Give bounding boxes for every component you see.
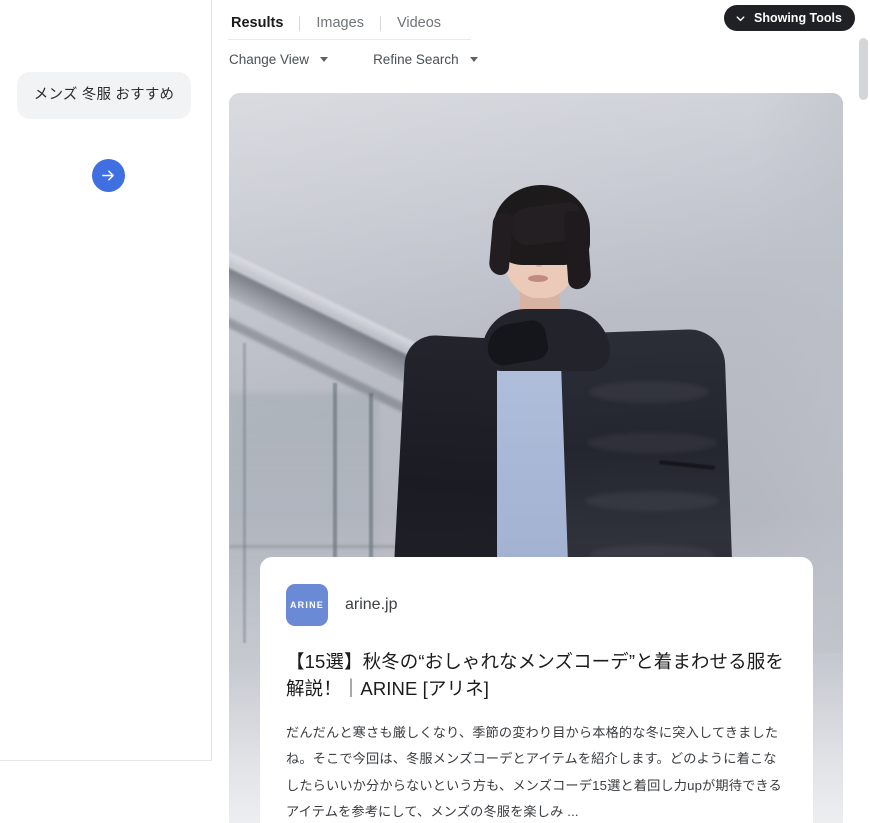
results-toolbar: Change View Refine Search xyxy=(229,47,478,71)
refine-search-label: Refine Search xyxy=(373,51,459,67)
main-pane: Results Images Videos Change View Refine… xyxy=(213,0,870,823)
tab-images[interactable]: Images xyxy=(314,15,366,31)
favicon-label: ARINE xyxy=(289,600,324,610)
change-view-label: Change View xyxy=(229,51,310,67)
jacket-quilt-line xyxy=(587,433,717,453)
tab-results[interactable]: Results xyxy=(229,15,285,31)
showing-tools-label: Showing Tools xyxy=(754,11,842,25)
query-chip-label: メンズ 冬服 おすすめ xyxy=(33,87,175,104)
chevron-down-icon xyxy=(736,15,745,21)
result-tabs: Results Images Videos xyxy=(229,8,443,38)
result-info-card: ARINE arine.jp 【15選】秋冬の“おしゃれなメンズコーデ”と着まわ… xyxy=(260,557,813,823)
tab-separator xyxy=(379,15,381,31)
tabs-underline xyxy=(228,39,471,40)
result-snippet: だんだんと寒さも厳しくなり、季節の変わり目から本格的な冬に突入してきましたね。そ… xyxy=(286,724,782,819)
tab-videos[interactable]: Videos xyxy=(395,15,443,31)
chevron-down-icon xyxy=(320,56,329,62)
tab-separator xyxy=(299,15,301,31)
arrow-right-icon xyxy=(102,170,114,181)
app-root: メンズ 冬服 おすすめ Results Images Videos Change… xyxy=(0,0,870,823)
page-scrollbar[interactable] xyxy=(857,0,870,823)
search-result-card[interactable]: ARINE arine.jp 【15選】秋冬の“おしゃれなメンズコーデ”と着まわ… xyxy=(229,93,843,823)
jacket-quilt-line xyxy=(585,491,719,511)
showing-tools-button[interactable]: Showing Tools xyxy=(724,5,855,31)
jacket-quilt-line xyxy=(589,381,709,403)
result-source-row: ARINE arine.jp xyxy=(286,583,787,627)
refine-search-dropdown[interactable]: Refine Search xyxy=(373,52,478,67)
sidebar: メンズ 冬服 おすすめ xyxy=(0,0,212,823)
composer-area xyxy=(0,761,212,823)
person-mouth xyxy=(528,275,548,282)
result-title[interactable]: 【15選】秋冬の“おしゃれなメンズコーデ”と着まわせる服を解説！｜ARINE [… xyxy=(286,648,787,703)
query-chip[interactable]: メンズ 冬服 おすすめ xyxy=(17,72,191,119)
result-source-domain[interactable]: arine.jp xyxy=(345,596,397,614)
send-query-button[interactable] xyxy=(92,159,125,192)
arine-favicon-icon: ARINE xyxy=(286,584,328,626)
scrollbar-thumb[interactable] xyxy=(859,38,868,100)
change-view-dropdown[interactable]: Change View xyxy=(229,51,329,67)
chevron-down-icon xyxy=(469,56,478,62)
